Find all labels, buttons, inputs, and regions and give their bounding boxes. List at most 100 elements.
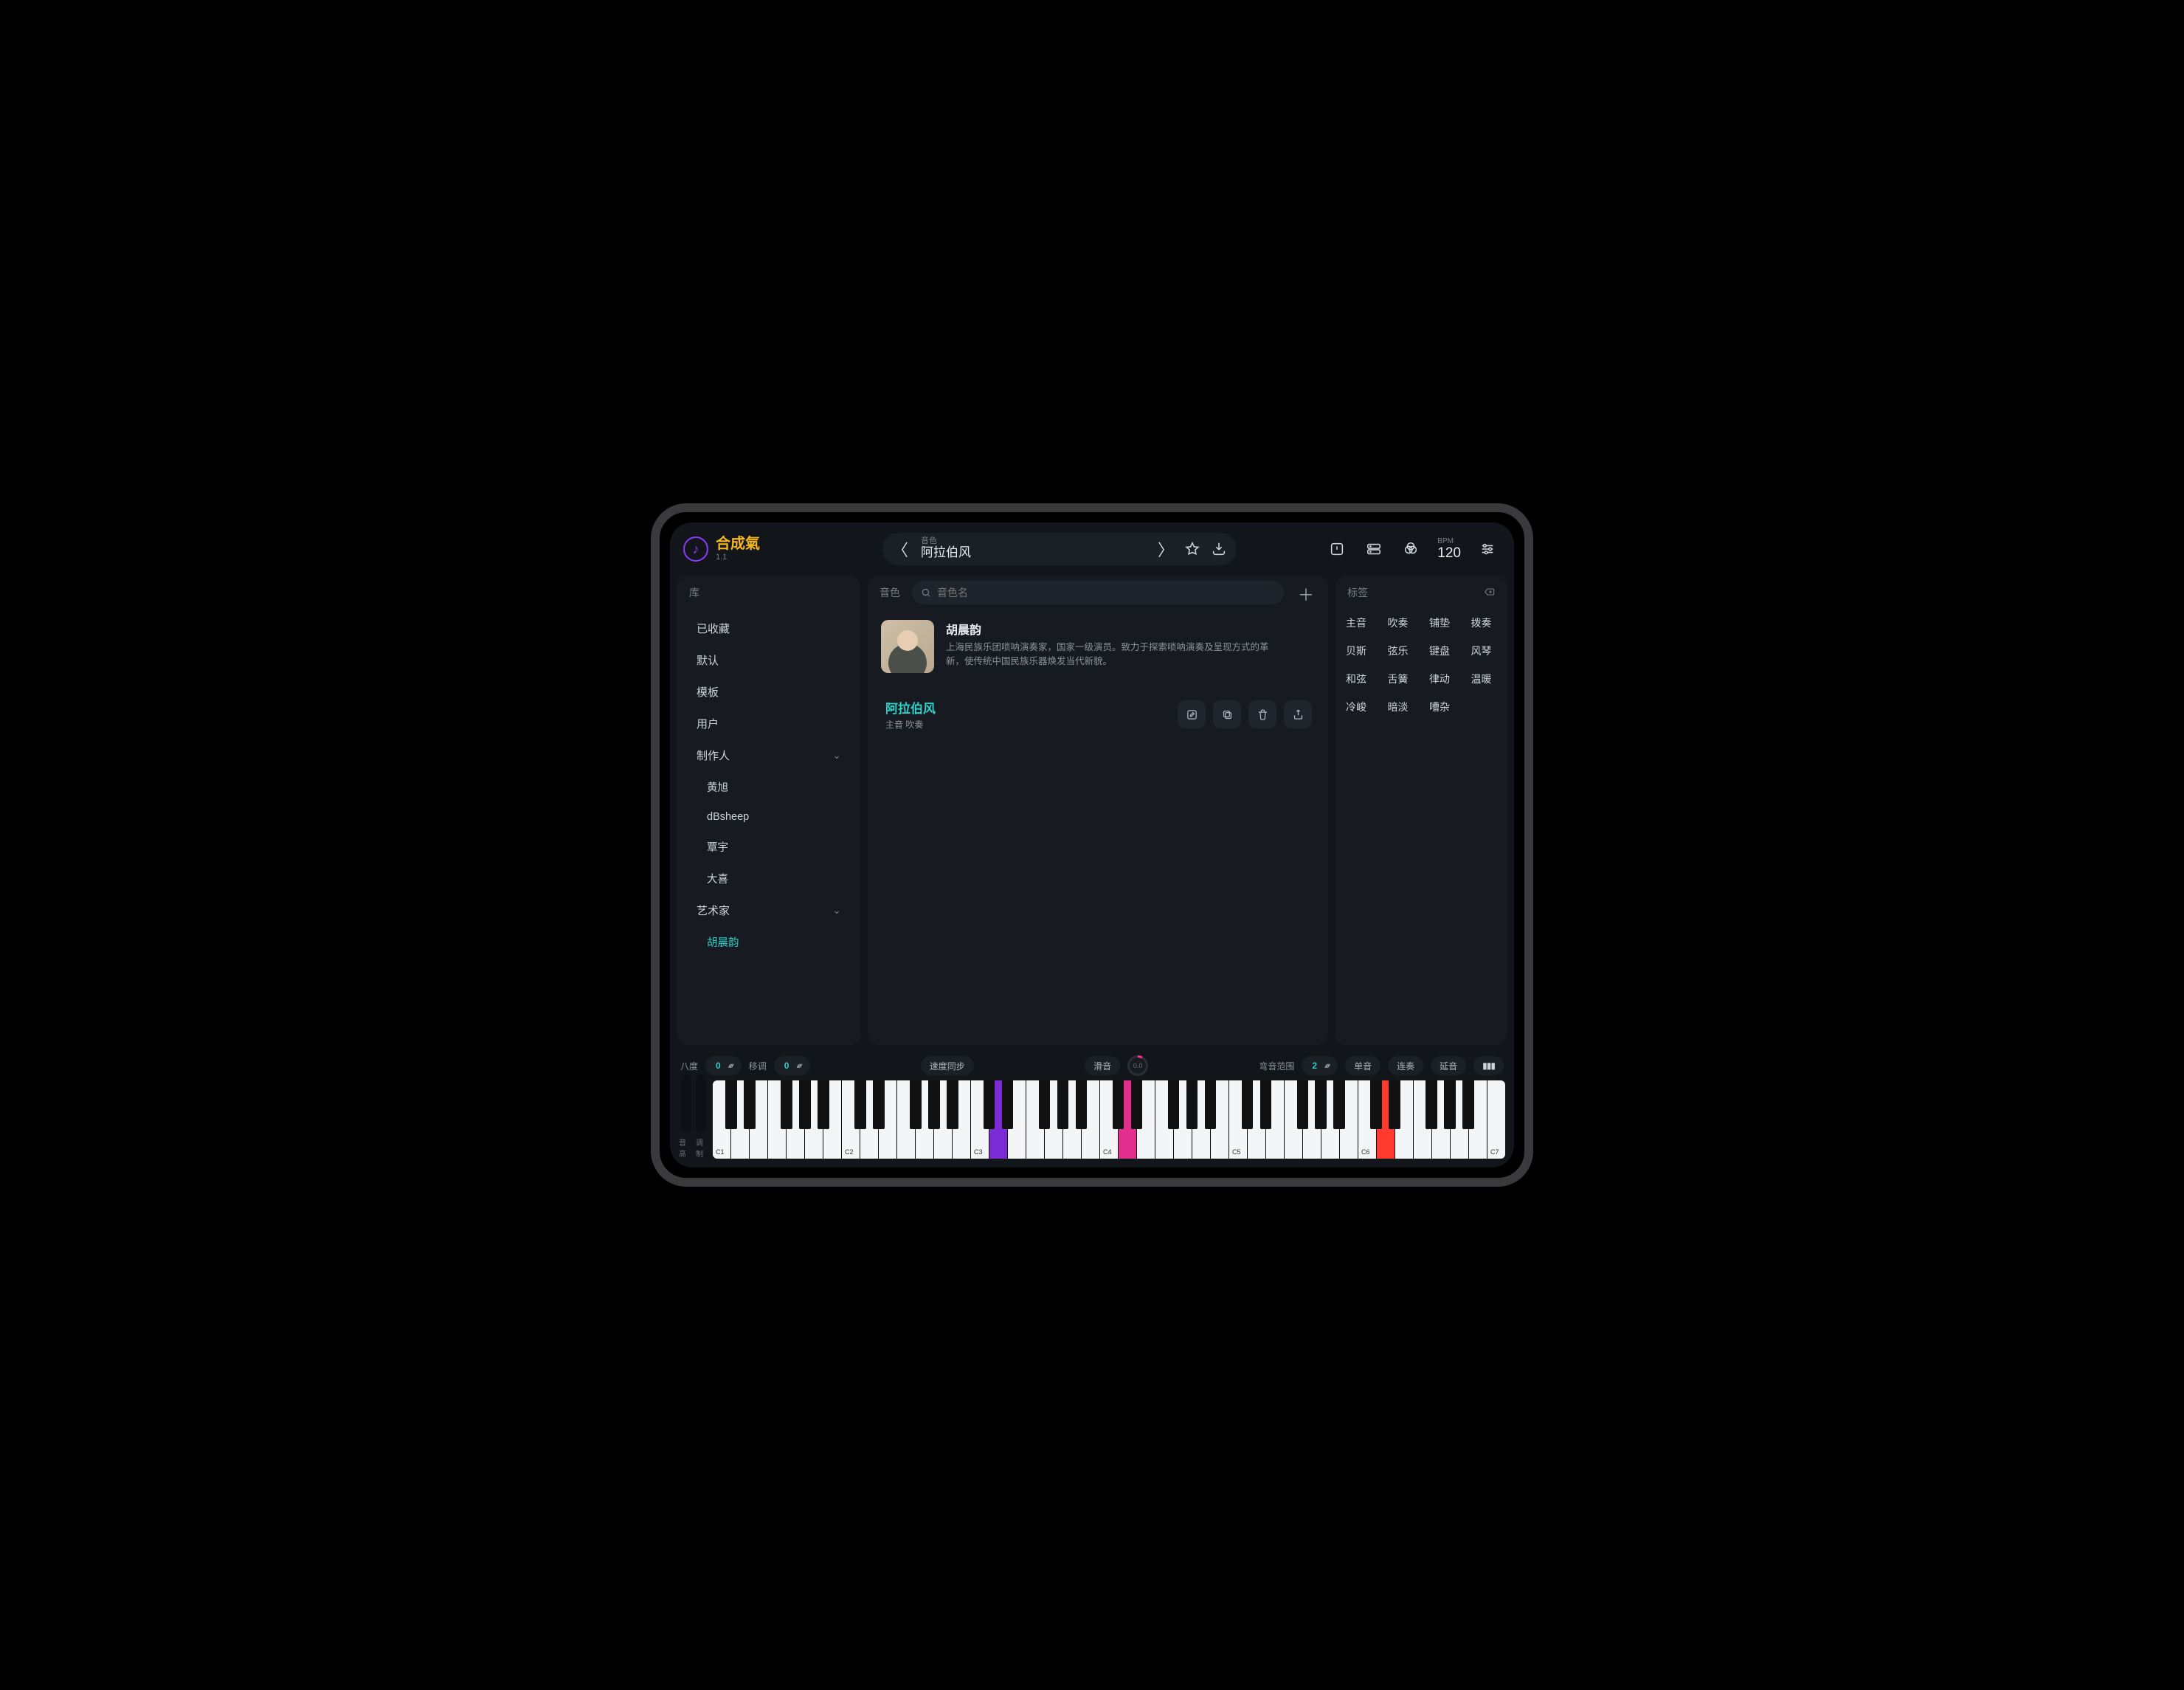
clear-tags-icon[interactable] — [1483, 586, 1495, 600]
white-key[interactable] — [1082, 1080, 1100, 1159]
white-key[interactable]: C5 — [1229, 1080, 1248, 1159]
tag-chip[interactable]: 拨奏 — [1471, 615, 1497, 630]
tag-chip[interactable]: 暗淡 — [1388, 700, 1414, 714]
octave-stepper[interactable]: 0 ▴▾ — [705, 1056, 742, 1075]
piano-keyboard[interactable]: C1 C2 C3 C4 C5 C6 C7 — [713, 1080, 1505, 1159]
alert-icon[interactable] — [1327, 539, 1347, 559]
white-key[interactable] — [1063, 1080, 1082, 1159]
bend-range-stepper[interactable]: 2 ▴▾ — [1302, 1056, 1338, 1075]
white-key[interactable] — [1395, 1080, 1414, 1159]
white-key[interactable] — [768, 1080, 787, 1159]
sidebar-item[interactable]: dBsheep — [682, 803, 856, 831]
white-key[interactable] — [1414, 1080, 1432, 1159]
white-key[interactable] — [1045, 1080, 1063, 1159]
white-key[interactable]: C2 — [842, 1080, 860, 1159]
settings-sliders-icon[interactable] — [1477, 539, 1498, 559]
tag-chip[interactable]: 贝斯 — [1346, 644, 1372, 658]
glide-button[interactable]: 滑音 — [1085, 1056, 1120, 1075]
sidebar-item[interactable]: 模板 — [682, 676, 856, 708]
download-icon[interactable] — [1209, 539, 1229, 559]
sidebar-group[interactable]: 艺术家⌄ — [682, 894, 856, 926]
white-key[interactable]: C1 — [713, 1080, 731, 1159]
mono-button[interactable]: 单音 — [1345, 1056, 1380, 1075]
white-key[interactable] — [1321, 1080, 1340, 1159]
mod-wheel[interactable] — [696, 1075, 706, 1132]
white-key[interactable]: C7 — [1487, 1080, 1505, 1159]
tag-chip[interactable]: 主音 — [1346, 615, 1372, 630]
sidebar-item[interactable]: 覃宇 — [682, 831, 856, 863]
sidebar-item[interactable]: 黄旭 — [682, 771, 856, 803]
bpm-control[interactable]: BPM 120 — [1437, 537, 1461, 562]
tag-chip[interactable]: 风琴 — [1471, 644, 1497, 658]
white-key[interactable] — [1469, 1080, 1487, 1159]
white-key[interactable] — [860, 1080, 879, 1159]
voice-layers-icon[interactable] — [1400, 539, 1421, 559]
glide-dial[interactable]: 0.0 — [1127, 1055, 1148, 1076]
white-key[interactable] — [1174, 1080, 1192, 1159]
white-key[interactable] — [1248, 1080, 1266, 1159]
white-key[interactable] — [879, 1080, 897, 1159]
white-key[interactable] — [1137, 1080, 1155, 1159]
sidebar-item[interactable]: 用户 — [682, 708, 856, 739]
prev-preset-button[interactable]: 〈 — [890, 537, 910, 561]
tag-chip[interactable]: 键盘 — [1429, 644, 1455, 658]
white-key[interactable] — [934, 1080, 953, 1159]
white-key[interactable] — [989, 1080, 1008, 1159]
sidebar-group[interactable]: 制作人⌄ — [682, 739, 856, 771]
white-key[interactable] — [1432, 1080, 1451, 1159]
white-key[interactable] — [1266, 1080, 1285, 1159]
edit-button[interactable] — [1178, 700, 1206, 728]
white-key[interactable] — [1211, 1080, 1229, 1159]
add-preset-button[interactable]: ＋ — [1296, 582, 1316, 603]
tag-chip[interactable]: 和弦 — [1346, 672, 1372, 686]
sidebar-item[interactable]: 已收藏 — [682, 613, 856, 644]
preset-search[interactable] — [912, 581, 1284, 604]
keyboard-view-button[interactable]: ▮▮▮ — [1473, 1056, 1504, 1075]
duplicate-button[interactable] — [1213, 700, 1241, 728]
next-preset-button[interactable]: 〉 — [1155, 537, 1176, 561]
tag-chip[interactable]: 冷峻 — [1346, 700, 1372, 714]
white-key[interactable]: C3 — [971, 1080, 989, 1159]
white-key[interactable] — [1026, 1080, 1045, 1159]
white-key[interactable]: C4 — [1100, 1080, 1119, 1159]
white-key[interactable] — [1377, 1080, 1395, 1159]
white-key[interactable] — [805, 1080, 823, 1159]
favorite-star-icon[interactable] — [1182, 539, 1203, 559]
sidebar-item[interactable]: 大喜 — [682, 863, 856, 894]
white-key[interactable] — [953, 1080, 971, 1159]
white-key[interactable] — [731, 1080, 750, 1159]
tag-chip[interactable]: 铺垫 — [1429, 615, 1455, 630]
white-key[interactable] — [787, 1080, 805, 1159]
search-input[interactable] — [937, 587, 1275, 599]
white-key[interactable] — [823, 1080, 842, 1159]
white-key[interactable] — [897, 1080, 916, 1159]
white-key[interactable] — [916, 1080, 934, 1159]
white-key[interactable] — [1303, 1080, 1321, 1159]
sustain-button[interactable]: 延音 — [1431, 1056, 1466, 1075]
tag-chip[interactable]: 律动 — [1429, 672, 1455, 686]
sidebar-item[interactable]: 默认 — [682, 644, 856, 676]
storage-icon[interactable] — [1364, 539, 1384, 559]
white-key[interactable] — [750, 1080, 768, 1159]
pitch-wheel[interactable] — [681, 1075, 691, 1132]
tag-chip[interactable]: 舌簧 — [1388, 672, 1414, 686]
white-key[interactable] — [1340, 1080, 1358, 1159]
tag-chip[interactable]: 弦乐 — [1388, 644, 1414, 658]
preset-display[interactable]: 音色 阿拉伯风 — [916, 537, 1150, 560]
tag-chip[interactable]: 吹奏 — [1388, 615, 1414, 630]
white-key[interactable] — [1285, 1080, 1303, 1159]
preset-list-item[interactable]: 阿拉伯风 主音 吹奏 — [877, 691, 1319, 738]
white-key[interactable] — [1451, 1080, 1469, 1159]
legato-button[interactable]: 连奏 — [1388, 1056, 1423, 1075]
white-key[interactable] — [1008, 1080, 1026, 1159]
share-button[interactable] — [1284, 700, 1312, 728]
tempo-sync-button[interactable]: 速度同步 — [921, 1056, 974, 1075]
sidebar-item[interactable]: 胡晨韵 — [682, 926, 856, 958]
white-key[interactable] — [1192, 1080, 1211, 1159]
white-key[interactable] — [1119, 1080, 1137, 1159]
tag-chip[interactable]: 温暖 — [1471, 672, 1497, 686]
delete-button[interactable] — [1248, 700, 1276, 728]
white-key[interactable]: C6 — [1358, 1080, 1377, 1159]
tag-chip[interactable]: 嘈杂 — [1429, 700, 1455, 714]
white-key[interactable] — [1155, 1080, 1174, 1159]
